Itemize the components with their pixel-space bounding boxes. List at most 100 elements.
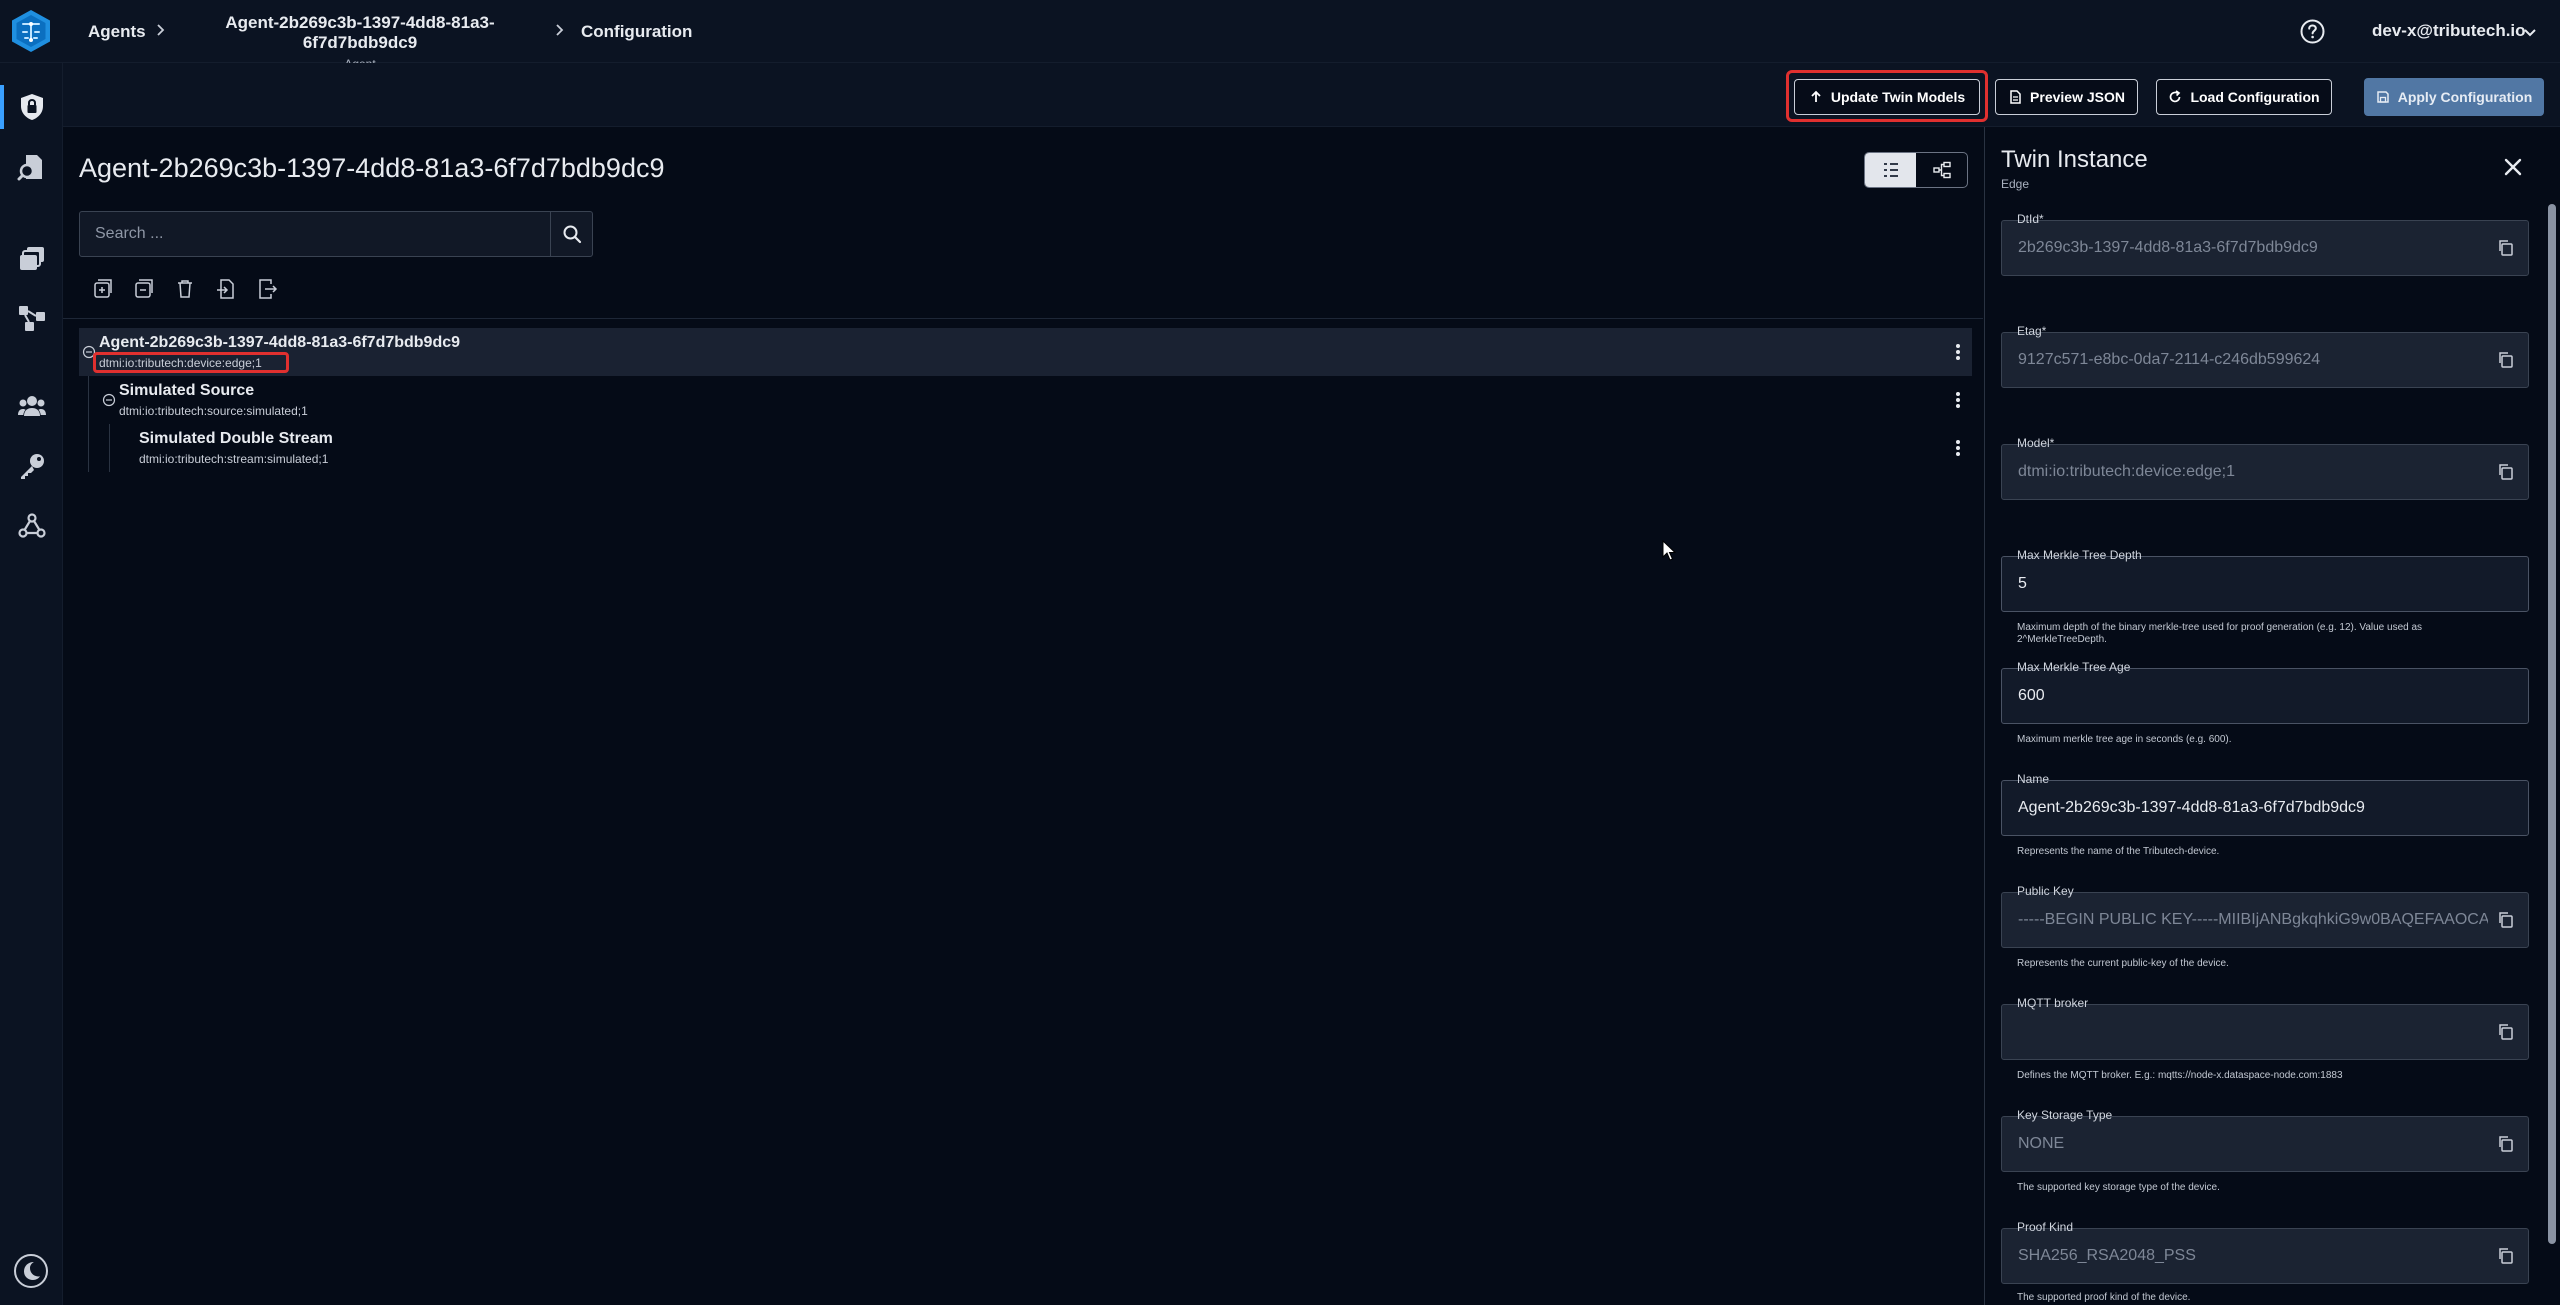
- dtid-field[interactable]: 2b269c3b-1397-4dd8-81a3-6f7d7bdb9dc9: [2001, 220, 2529, 276]
- save-icon: [2376, 91, 2389, 103]
- field-help: The supported proof kind of the device.: [2017, 1292, 2191, 1303]
- key-icon: [20, 454, 44, 479]
- view-toggle: [1864, 152, 1968, 188]
- mouse-cursor-icon: [1662, 540, 1676, 561]
- tree-node-name: Simulated Double Stream: [139, 430, 333, 447]
- preview-json-button[interactable]: Preview JSON: [1995, 79, 2138, 115]
- export-button[interactable]: [256, 278, 278, 300]
- copy-icon[interactable]: [2496, 1022, 2516, 1042]
- list-tree-icon: [1883, 163, 1898, 177]
- chevron-right-icon: [157, 24, 165, 36]
- theme-toggle-moon-icon[interactable]: [13, 1253, 49, 1289]
- copy-icon[interactable]: [2496, 1246, 2516, 1266]
- shield-lock-icon: [20, 94, 43, 120]
- collapse-all-button[interactable]: [133, 278, 155, 300]
- collapse-all-icon: [135, 279, 153, 298]
- main-divider: [63, 318, 1983, 319]
- public-key-field[interactable]: -----BEGIN PUBLIC KEY-----MIIBIjANBgkqhk…: [2001, 892, 2529, 948]
- model-highlight: [93, 352, 289, 373]
- tree-node-simulated-double-stream[interactable]: Simulated Double Stream dtmi:io:tributec…: [79, 424, 1972, 472]
- copy-icon[interactable]: [2496, 910, 2516, 930]
- proof-kind-field[interactable]: SHA256_RSA2048_PSS: [2001, 1228, 2529, 1284]
- panel-scrollbar[interactable]: [2548, 204, 2556, 1244]
- panel-title: Twin Instance: [2001, 146, 2148, 173]
- chevron-down-icon[interactable]: [2522, 24, 2538, 40]
- field-label: Public Key: [2017, 884, 2074, 898]
- tree-tools: [92, 278, 278, 300]
- apply-configuration-button[interactable]: Apply Configuration: [2364, 78, 2544, 116]
- graph-view-button[interactable]: [1916, 153, 1967, 187]
- delete-button[interactable]: [174, 278, 196, 300]
- close-icon[interactable]: [2502, 156, 2524, 178]
- nav-keys[interactable]: [0, 440, 63, 492]
- name-input[interactable]: Agent-2b269c3b-1397-4dd8-81a3-6f7d7bdb9d…: [2001, 780, 2529, 836]
- tree-view-button[interactable]: [1865, 153, 1916, 187]
- key-storage-type-field[interactable]: NONE: [2001, 1116, 2529, 1172]
- breadcrumb-agents[interactable]: Agents: [88, 0, 146, 63]
- help-icon[interactable]: [2300, 19, 2325, 44]
- field-label: Key Storage Type: [2017, 1108, 2113, 1122]
- nav-users[interactable]: [0, 380, 63, 432]
- nav-rail: [0, 63, 63, 1305]
- field-label: Max Merkle Tree Age: [2017, 660, 2131, 674]
- field-help: Defines the MQTT broker. E.g.: mqtts://n…: [2017, 1070, 2343, 1081]
- copy-icon[interactable]: [2496, 350, 2516, 370]
- tree-node-simulated-source[interactable]: Simulated Source dtmi:io:tributech:sourc…: [79, 376, 1972, 424]
- document-search-icon: [17, 155, 42, 181]
- expand-all-icon: [94, 279, 112, 298]
- field-help: Represents the name of the Tributech-dev…: [2017, 846, 2220, 857]
- tree-node-name: Agent-2b269c3b-1397-4dd8-81a3-6f7d7bdb9d…: [99, 334, 461, 351]
- more-vertical-icon[interactable]: [1949, 438, 1967, 458]
- top-bar: Agents Agent-2b269c3b-1397-4dd8-81a3-6f7…: [0, 0, 2560, 71]
- max-merkle-tree-depth-input[interactable]: 5: [2001, 556, 2529, 612]
- field-help: The supported key storage type of the de…: [2017, 1182, 2220, 1193]
- search-icon[interactable]: [562, 224, 582, 244]
- breadcrumb-configuration: Configuration: [581, 21, 693, 41]
- document-icon: [2010, 90, 2021, 104]
- max-merkle-tree-age-input[interactable]: 600: [2001, 668, 2529, 724]
- nav-webhooks[interactable]: [0, 500, 63, 552]
- export-icon: [259, 279, 278, 299]
- import-button[interactable]: [215, 278, 237, 300]
- page-title: Agent-2b269c3b-1397-4dd8-81a3-6f7d7bdb9d…: [79, 153, 665, 183]
- nav-topology[interactable]: [0, 292, 63, 344]
- chevron-right-icon: [556, 24, 564, 36]
- import-icon: [217, 279, 234, 299]
- field-label: Name: [2017, 772, 2050, 786]
- refresh-icon: [2170, 90, 2181, 103]
- load-configuration-button[interactable]: Load Configuration: [2156, 79, 2332, 115]
- tree-node-name: Simulated Source: [119, 382, 255, 399]
- model-field[interactable]: dtmi:io:tributech:device:edge;1: [2001, 444, 2529, 500]
- mqtt-broker-field[interactable]: [2001, 1004, 2529, 1060]
- expand-all-button[interactable]: [92, 278, 114, 300]
- field-label: DtId*: [2017, 212, 2044, 226]
- nav-layers[interactable]: [0, 233, 63, 285]
- nav-security[interactable]: [0, 81, 63, 133]
- search-box: [79, 211, 593, 257]
- trash-icon: [178, 280, 192, 298]
- copy-icon[interactable]: [2496, 238, 2516, 258]
- search-divider: [550, 212, 551, 256]
- field-label: Proof Kind: [2017, 1220, 2074, 1234]
- field-help: Maximum merkle tree age in seconds (e.g.…: [2017, 734, 2232, 745]
- tree-node-agent[interactable]: Agent-2b269c3b-1397-4dd8-81a3-6f7d7bdb9d…: [79, 328, 1972, 376]
- field-help: Maximum depth of the binary merkle-tree …: [2017, 622, 2423, 645]
- copy-icon[interactable]: [2496, 1134, 2516, 1154]
- etag-field[interactable]: 9127c571-e8bc-0da7-2114-c246db599624: [2001, 332, 2529, 388]
- field-label: Etag*: [2017, 324, 2047, 338]
- tree-node-model: dtmi:io:tributech:stream:simulated;1: [139, 452, 329, 466]
- tree-node-model: dtmi:io:tributech:source:simulated;1: [119, 404, 308, 418]
- field-label: Model*: [2017, 436, 2055, 450]
- collapse-icon[interactable]: [102, 393, 116, 407]
- copy-icon[interactable]: [2496, 462, 2516, 482]
- more-vertical-icon[interactable]: [1949, 342, 1967, 362]
- nav-documents[interactable]: [0, 141, 63, 193]
- network-icon: [18, 306, 45, 331]
- tributech-logo-icon[interactable]: [8, 8, 54, 54]
- hierarchy-icon: [1932, 161, 1951, 179]
- more-vertical-icon[interactable]: [1949, 390, 1967, 410]
- user-menu[interactable]: dev-x@tributech.io: [2372, 21, 2526, 41]
- search-input[interactable]: [80, 212, 540, 256]
- field-label: Max Merkle Tree Depth: [2017, 548, 2142, 562]
- layers-icon: [19, 247, 44, 270]
